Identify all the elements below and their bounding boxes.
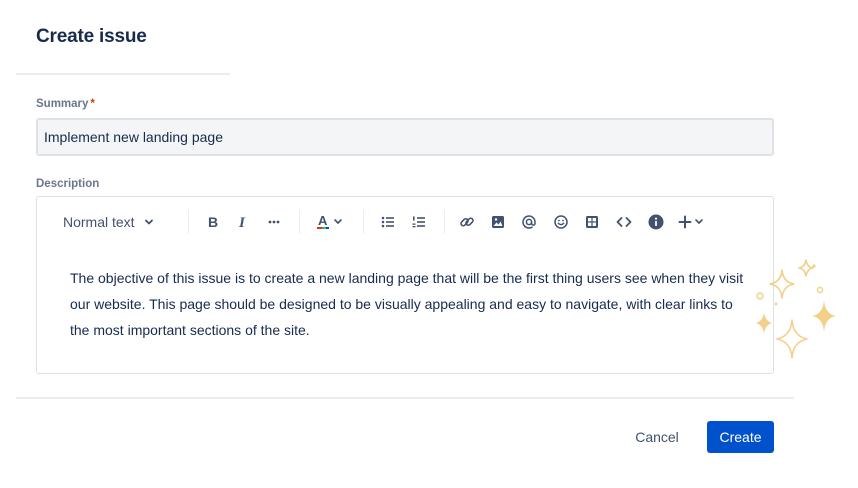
required-marker: *: [90, 98, 95, 110]
image-icon[interactable]: [486, 207, 510, 237]
sparkle-dot-icon: [774, 302, 778, 306]
link-icon[interactable]: [455, 207, 479, 237]
toolbar-separator: [363, 210, 364, 234]
create-button[interactable]: Create: [707, 421, 774, 453]
description-label: Description: [36, 178, 100, 190]
cancel-button[interactable]: Cancel: [624, 421, 690, 453]
chevron-down-icon: [144, 217, 154, 227]
sparkle-icon: [769, 269, 795, 299]
svg-text:I: I: [238, 215, 246, 229]
code-icon[interactable]: [612, 207, 636, 237]
svg-text:B: B: [208, 215, 218, 229]
mention-icon[interactable]: [517, 207, 541, 237]
sparkles-decoration: [756, 259, 836, 359]
description-text[interactable]: The objective of this issue is to create…: [70, 265, 750, 343]
dialog-title: Create issue: [36, 26, 147, 47]
summary-label: Summary *: [36, 98, 95, 110]
sparkle-dot-icon: [812, 264, 816, 268]
svg-text:A: A: [318, 214, 328, 228]
text-style-dropdown[interactable]: Normal text: [63, 207, 161, 237]
sparkle-icon: [798, 259, 814, 277]
title-divider: [16, 73, 230, 75]
numbered-list-icon[interactable]: [407, 207, 431, 237]
sparkle-icon: [776, 319, 808, 359]
more-formatting-icon[interactable]: [262, 207, 286, 237]
text-style-label: Normal text: [63, 214, 135, 230]
toolbar-separator: [188, 210, 189, 234]
bullet-list-icon[interactable]: [376, 207, 400, 237]
table-icon[interactable]: [580, 207, 604, 237]
info-icon[interactable]: [644, 207, 668, 237]
sparkle-icon: [812, 300, 836, 332]
insert-plus-icon[interactable]: [676, 207, 710, 237]
sparkle-dot-icon: [756, 292, 764, 300]
sparkle-dot-icon: [816, 286, 824, 294]
summary-label-text: Summary: [36, 98, 89, 110]
text-color-icon[interactable]: A: [313, 207, 347, 237]
bold-icon[interactable]: B: [201, 207, 225, 237]
description-editor[interactable]: Normal text B I A The objective of this …: [36, 196, 774, 374]
footer-divider: [16, 397, 794, 399]
sparkle-icon: [756, 312, 772, 334]
toolbar-separator: [299, 210, 300, 234]
emoji-icon[interactable]: [549, 207, 573, 237]
summary-input[interactable]: [36, 118, 774, 156]
editor-toolbar: Normal text B I A: [37, 207, 773, 237]
toolbar-separator: [444, 210, 445, 234]
italic-icon[interactable]: I: [231, 207, 255, 237]
